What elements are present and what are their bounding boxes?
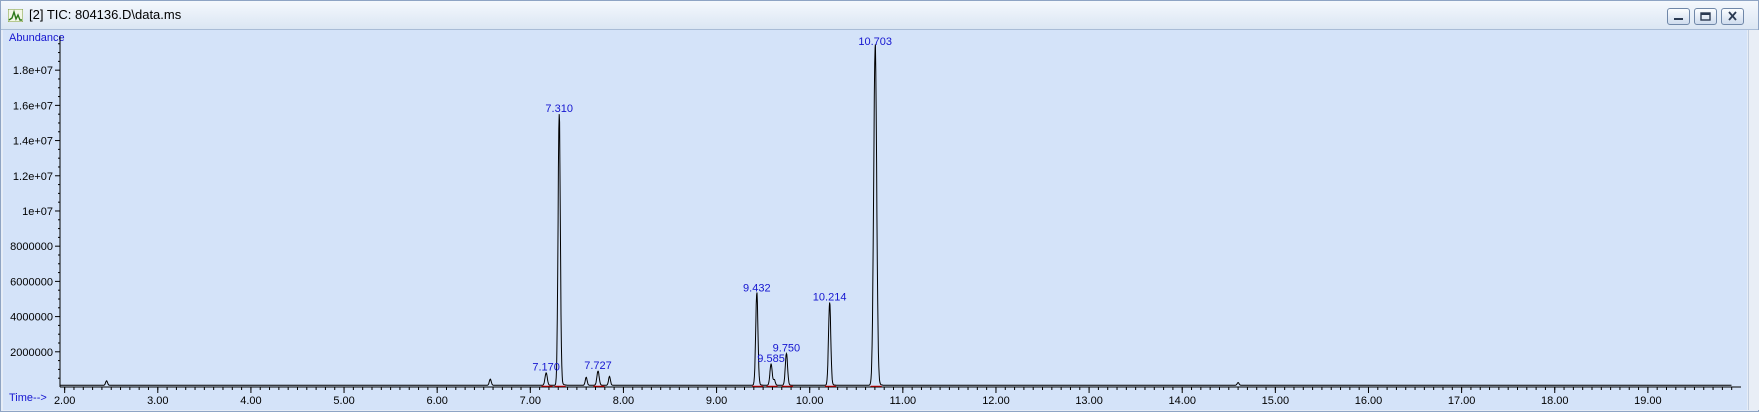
y-tick-label: 4000000 bbox=[10, 312, 53, 324]
x-axis-title: Time--> bbox=[9, 392, 47, 404]
minimize-icon bbox=[1674, 18, 1683, 20]
chromatogram-app-icon bbox=[8, 9, 23, 22]
peak-label: 10.214 bbox=[813, 291, 847, 303]
y-tick-label: 1.8e+07 bbox=[13, 65, 53, 77]
y-tick-label: 2000000 bbox=[10, 347, 53, 359]
peak-label: 9.432 bbox=[743, 282, 771, 294]
y-tick-label: 1.6e+07 bbox=[13, 100, 53, 112]
window-edge bbox=[1748, 30, 1759, 410]
peak-label: 7.310 bbox=[545, 103, 573, 115]
x-tick-label: 8.00 bbox=[613, 395, 634, 407]
x-tick-label: 6.00 bbox=[426, 395, 447, 407]
x-tick-label: 19.00 bbox=[1634, 395, 1662, 407]
x-tick-label: 15.00 bbox=[1262, 395, 1290, 407]
restore-icon bbox=[1700, 12, 1711, 21]
peak-label: 9.585 bbox=[757, 353, 785, 365]
y-axis-title: Abundance bbox=[9, 32, 65, 44]
x-tick-label: 16.00 bbox=[1355, 395, 1383, 407]
x-tick-label: 7.00 bbox=[520, 395, 541, 407]
peak-label: 7.727 bbox=[584, 360, 612, 372]
x-tick-label: 12.00 bbox=[982, 395, 1010, 407]
chromatogram-plot[interactable]: Abundance Time--> 2000000 4000000 6000000 8… bbox=[3, 30, 1747, 410]
x-tick-label: 13.00 bbox=[1075, 395, 1103, 407]
tic-trace bbox=[60, 44, 1732, 386]
restore-button[interactable] bbox=[1694, 8, 1717, 25]
peak-label: 9.750 bbox=[773, 342, 801, 354]
close-button[interactable] bbox=[1721, 8, 1744, 25]
x-tick-label: 2.00 bbox=[54, 395, 75, 407]
x-tick-label: 17.00 bbox=[1448, 395, 1476, 407]
x-tick-label: 10.00 bbox=[796, 395, 824, 407]
peak-label: 7.170 bbox=[532, 362, 560, 374]
peak-label: 10.703 bbox=[858, 36, 892, 48]
y-tick-label: 1e+07 bbox=[22, 206, 53, 218]
title-bar[interactable]: [2] TIC: 804136.D\data.ms bbox=[1, 1, 1758, 30]
x-tick-label: 3.00 bbox=[147, 395, 168, 407]
x-tick-label: 14.00 bbox=[1168, 395, 1196, 407]
y-tick-label: 1.4e+07 bbox=[13, 136, 53, 148]
chromatogram-chart: Abundance Time--> 2000000 4000000 6000000 8… bbox=[9, 32, 1741, 407]
y-tick-label: 1.2e+07 bbox=[13, 171, 53, 183]
y-tick-label: 8000000 bbox=[10, 241, 53, 253]
x-tick-label: 5.00 bbox=[333, 395, 354, 407]
x-tick-label: 4.00 bbox=[240, 395, 261, 407]
x-tick-label: 9.00 bbox=[706, 395, 727, 407]
chromatogram-window: [2] TIC: 804136.D\data.ms Abundance Time… bbox=[0, 0, 1759, 412]
x-tick-label: 11.00 bbox=[889, 395, 916, 407]
window-title: [2] TIC: 804136.D\data.ms bbox=[29, 7, 182, 22]
close-icon bbox=[1728, 11, 1737, 21]
y-tick-label: 6000000 bbox=[10, 276, 53, 288]
minimize-button[interactable] bbox=[1667, 8, 1690, 25]
x-tick-label: 18.00 bbox=[1541, 395, 1569, 407]
